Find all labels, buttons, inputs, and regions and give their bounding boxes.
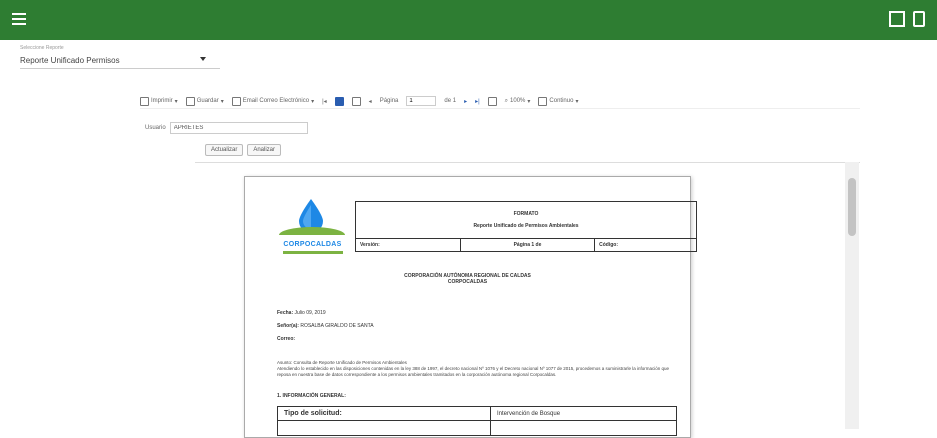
report-toolbar: Imprimir ▾ Guardar ▾ Email Correo Electr… [140,94,860,109]
page-label: Página [379,98,399,104]
fit-button[interactable] [487,96,497,106]
menu-icon[interactable] [12,13,26,25]
zoom-select[interactable]: ⌕ 100% ▾ [505,98,531,105]
report-selector-label: Seleccione Reporte [20,45,64,51]
request-type-value: Intervención de Bosque [490,406,677,421]
first-page-button[interactable]: |◂ [322,98,327,105]
page-view-button[interactable] [334,96,344,106]
page-total: de 1 [444,98,457,104]
user-icon[interactable] [913,11,925,27]
date-line: Fecha: Julio 09, 2019 [277,310,326,316]
page-icon [334,96,344,106]
user-filter-input[interactable] [169,122,308,134]
grid-view-button[interactable] [351,96,361,106]
logo-text: CORPOCALDAS [283,241,342,248]
print-button[interactable]: Imprimir ▾ [140,96,178,106]
recipient-line: Señor(a): ROSALBA GIRALDO DE SANTA [277,323,374,329]
page-cell: Página 1 de [459,238,596,252]
report-body: Asunto: Consulta de Reporte Unificado de… [277,360,682,378]
format-subtitle: Reporte Unificado de Permisos Ambientale… [473,223,579,229]
next-page-button[interactable]: ▸ [464,98,467,105]
refresh-button[interactable]: Actualizar [205,144,244,156]
general-info-table: Tipo de solicitud: Intervención de Bosqu… [277,406,677,436]
code-cell: Código: [594,238,697,252]
logo-bar [283,251,343,254]
email-icon [231,96,241,106]
corporation-heading: CORPORACIÓN AUTÓNOMA REGIONAL DE CALDAS … [245,273,690,285]
corpocaldas-logo: CORPOCALDAS [275,199,350,264]
table-cell [490,420,677,436]
format-title: FORMATO [513,211,539,217]
corporation-short: CORPOCALDAS [447,279,488,285]
calendar-icon[interactable] [889,11,905,27]
view-mode-select[interactable]: Continuo ▾ [538,96,578,106]
body-paragraph: Atendiendo lo establecido en las disposi… [277,366,670,377]
last-page-button[interactable]: ▸| [475,98,480,105]
grid-icon [351,96,361,106]
page-number-input[interactable] [406,96,437,106]
format-title-cell: FORMATO Reporte Unificado de Permisos Am… [355,201,697,239]
analyze-button[interactable]: Analizar [247,144,282,156]
format-header-table: FORMATO Reporte Unificado de Permisos Am… [355,201,697,252]
top-app-bar [0,0,937,40]
email-line: Correo: [277,336,296,342]
printer-icon [140,96,149,106]
version-cell: Versión: [355,238,461,252]
section-title: 1. INFORMACIÓN GENERAL: [277,393,346,399]
report-selector-underline [20,68,220,69]
report-selector[interactable]: Reporte Unificado Permisos [20,56,120,65]
fit-icon [487,96,497,106]
prev-page-button[interactable]: ◂ [369,98,372,105]
request-type-label: Tipo de solicitud: [277,406,491,421]
email-button[interactable]: Email Correo Electrónico ▾ [231,96,314,106]
table-row [277,420,491,436]
document-icon [538,96,548,106]
report-page: CORPOCALDAS FORMATO Reporte Unificado de… [244,176,697,438]
scrollbar-thumb[interactable] [848,178,856,236]
chevron-down-icon[interactable] [200,57,206,61]
logo-green-sweep [279,227,345,235]
save-icon [185,96,195,106]
filter-label: Usuario [145,125,166,131]
save-button[interactable]: Guardar ▾ [185,96,224,106]
search-icon: ⌕ [504,97,509,104]
